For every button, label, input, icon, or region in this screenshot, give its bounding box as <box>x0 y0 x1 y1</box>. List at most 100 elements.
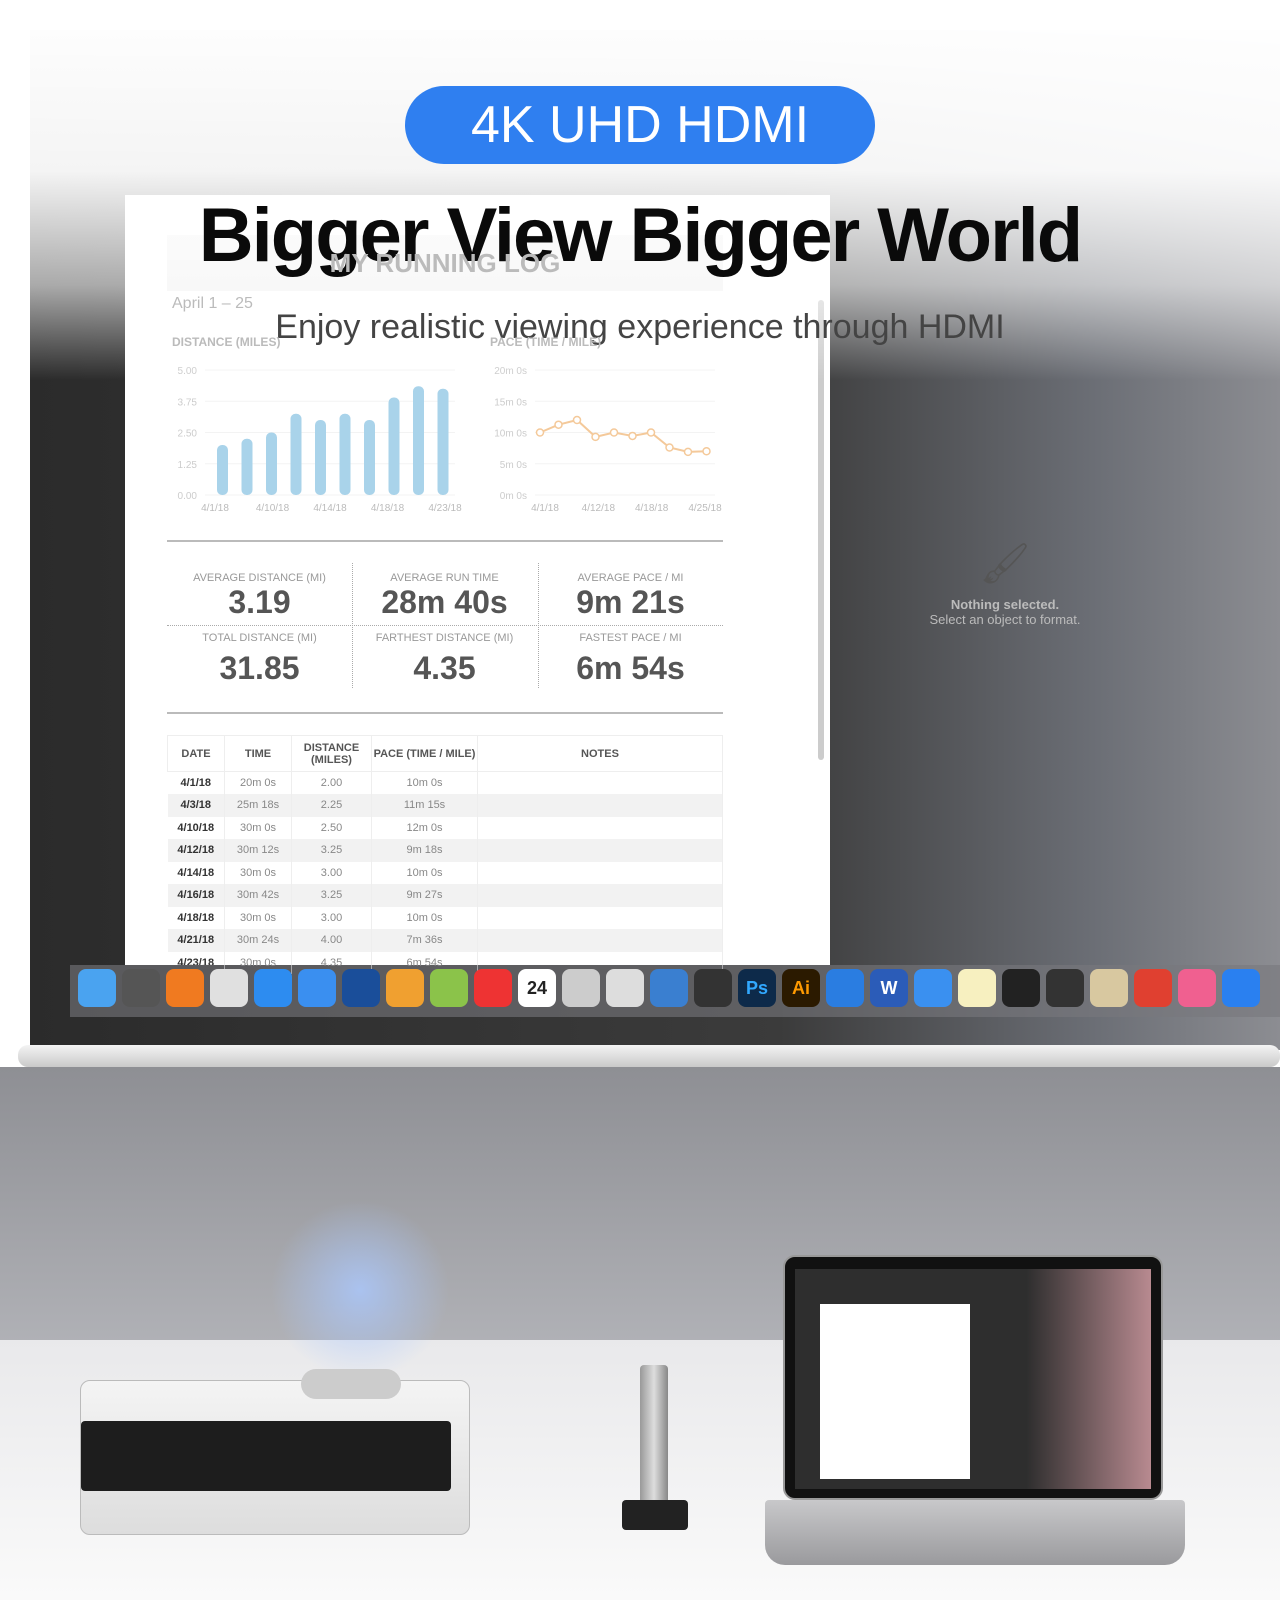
laptop-display <box>795 1269 1151 1489</box>
col-date: DATE <box>167 735 225 772</box>
table-cell[interactable] <box>477 884 723 907</box>
y-tick-label: 0m 0s <box>500 491 527 502</box>
finder-icon[interactable] <box>78 969 116 1007</box>
projector <box>80 1369 470 1535</box>
format-panel: 🖌 Nothing selected. Select an object to … <box>895 540 1115 627</box>
table-cell[interactable]: 4/10/18 <box>167 816 225 839</box>
firefox-icon[interactable] <box>166 969 204 1007</box>
table-cell[interactable]: 30m 42s <box>224 884 292 907</box>
dashboard-icon[interactable] <box>1046 969 1084 1007</box>
preview-icon[interactable] <box>694 969 732 1007</box>
pen-icon[interactable] <box>914 969 952 1007</box>
table-cell[interactable] <box>477 929 723 952</box>
mic-icon[interactable] <box>474 969 512 1007</box>
table-cell[interactable] <box>477 771 723 794</box>
table-cell[interactable]: 2.00 <box>291 771 372 794</box>
table-cell[interactable]: 4/16/18 <box>167 884 225 907</box>
table-cell[interactable]: 3.25 <box>291 884 372 907</box>
table-cell[interactable] <box>477 839 723 862</box>
sheet-title: MY RUNNING LOG <box>329 248 561 278</box>
table-cell[interactable] <box>477 794 723 817</box>
feature-badge: 4K UHD HDMI <box>405 86 875 164</box>
table-row: 4/3/18 25m 18s 2.25 11m 15s <box>167 794 723 817</box>
table-row: 4/12/18 30m 12s 3.25 9m 18s <box>167 839 723 862</box>
table-cell[interactable] <box>477 816 723 839</box>
y-tick-label: 1.25 <box>178 460 198 471</box>
laptop-keyboard <box>765 1500 1185 1565</box>
table-cell[interactable]: 25m 18s <box>224 794 292 817</box>
panel-hint: Select an object to format. <box>929 612 1081 627</box>
table-cell[interactable]: 4/1/18 <box>167 771 225 794</box>
projector-lens <box>301 1369 401 1399</box>
android-icon[interactable] <box>430 969 468 1007</box>
y-tick-label: 5m 0s <box>500 460 527 471</box>
illustrator-icon[interactable]: Ai <box>782 969 820 1007</box>
table-cell[interactable]: 9m 27s <box>371 884 478 907</box>
terminal-icon[interactable] <box>1002 969 1040 1007</box>
table-cell[interactable] <box>477 861 723 884</box>
launchpad-icon[interactable] <box>122 969 160 1007</box>
archive-icon[interactable] <box>1090 969 1128 1007</box>
distance-bar <box>266 432 277 495</box>
table-cell[interactable]: 4.00 <box>291 929 372 952</box>
calendar-icon[interactable]: 24 <box>518 969 556 1007</box>
pace-point <box>702 447 711 456</box>
table-cell[interactable]: 3.00 <box>291 861 372 884</box>
table-cell[interactable]: 10m 0s <box>371 861 478 884</box>
stat-farthest-distance: FARTHEST DISTANCE (MI) 4.35 <box>352 632 537 687</box>
table-cell[interactable]: 4/3/18 <box>167 794 225 817</box>
x-tick-label: 4/18/18 <box>635 503 669 514</box>
table-cell[interactable]: 30m 12s <box>224 839 292 862</box>
table-cell[interactable]: 9m 18s <box>371 839 478 862</box>
pace-point <box>591 432 600 442</box>
bookmark-icon[interactable] <box>1134 969 1172 1007</box>
table-cell[interactable]: 4/14/18 <box>167 861 225 884</box>
stat-label: AVERAGE DISTANCE (MI) <box>193 572 326 584</box>
usb-hub <box>640 1365 668 1505</box>
app-store-icon[interactable] <box>1222 969 1260 1007</box>
table-cell[interactable]: 11m 15s <box>371 794 478 817</box>
laptop-sheet <box>820 1304 970 1479</box>
hub-stand <box>622 1500 688 1530</box>
table-cell[interactable]: 4/12/18 <box>167 839 225 862</box>
table-cell[interactable]: 3.00 <box>291 906 372 929</box>
distance-bar <box>217 445 228 495</box>
table-cell[interactable]: 30m 0s <box>224 906 292 929</box>
table-row: 4/16/18 30m 42s 3.25 9m 27s <box>167 884 723 907</box>
table-cell[interactable]: 30m 0s <box>224 861 292 884</box>
scissors-icon[interactable] <box>342 969 380 1007</box>
y-tick-label: 2.50 <box>178 429 198 440</box>
table-cell[interactable]: 30m 0s <box>224 816 292 839</box>
itunes-icon[interactable] <box>1178 969 1216 1007</box>
col-pace: PACE (TIME / MILE) <box>371 735 478 772</box>
pace-point <box>683 447 693 457</box>
sun-icon[interactable] <box>386 969 424 1007</box>
table-cell[interactable]: 2.25 <box>291 794 372 817</box>
printer-icon[interactable] <box>606 969 644 1007</box>
safari-icon[interactable] <box>254 969 292 1007</box>
table-cell[interactable]: 7m 36s <box>371 929 478 952</box>
table-cell[interactable]: 2.50 <box>291 816 372 839</box>
table-cell[interactable]: 10m 0s <box>371 771 478 794</box>
stat-label: FARTHEST DISTANCE (MI) <box>375 632 514 644</box>
screenshot-icon[interactable] <box>562 969 600 1007</box>
table-cell[interactable]: 10m 0s <box>371 906 478 929</box>
table-cell[interactable]: 30m 24s <box>224 929 292 952</box>
table-cell[interactable]: 4/18/18 <box>167 906 225 929</box>
intel-icon[interactable] <box>650 969 688 1007</box>
table-cell[interactable]: 3.25 <box>291 839 372 862</box>
table-cell[interactable]: 4/21/18 <box>167 929 225 952</box>
chrome-icon[interactable] <box>210 969 248 1007</box>
photoshop-icon[interactable]: Ps <box>738 969 776 1007</box>
aperture-icon[interactable] <box>826 969 864 1007</box>
laptop-screen <box>783 1255 1163 1500</box>
screen-bar <box>18 1045 1280 1067</box>
table-cell[interactable] <box>477 906 723 929</box>
word-icon[interactable]: W <box>870 969 908 1007</box>
table-cell[interactable]: 20m 0s <box>224 771 292 794</box>
paw-icon[interactable] <box>298 969 336 1007</box>
notes-icon[interactable] <box>958 969 996 1007</box>
divider <box>352 563 353 688</box>
table-cell[interactable]: 12m 0s <box>371 816 478 839</box>
distance-bar <box>339 413 351 495</box>
